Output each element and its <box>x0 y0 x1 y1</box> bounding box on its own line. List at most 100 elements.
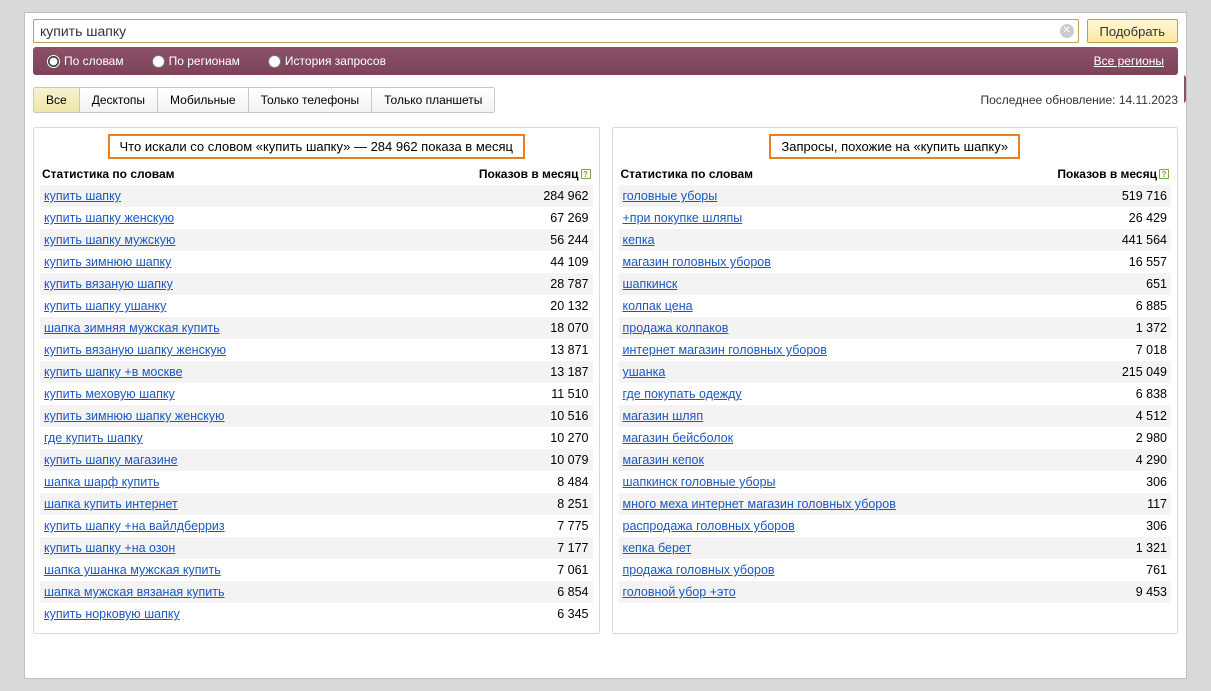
right-count: 1 321 <box>1051 537 1171 559</box>
right-keyword-link[interactable]: шапкинск <box>623 277 678 291</box>
right-keyword-link[interactable]: кепка берет <box>623 541 692 555</box>
left-keyword-link[interactable]: шапка ушанка мужская купить <box>44 563 221 577</box>
help-icon[interactable]: ? <box>581 169 591 179</box>
submit-button[interactable]: Подобрать <box>1087 19 1178 43</box>
right-keyword-link[interactable]: ушанка <box>623 365 666 379</box>
device-tab-0[interactable]: Все <box>34 88 80 112</box>
right-keyword-link[interactable]: головные уборы <box>623 189 718 203</box>
right-header-count: Показов в месяц <box>1057 167 1157 181</box>
search-input[interactable] <box>33 19 1079 43</box>
right-keyword-link[interactable]: головной убор +это <box>623 585 736 599</box>
table-row: +при покупке шляпы 26 429 <box>619 207 1172 229</box>
mode-history-label: История запросов <box>285 54 386 68</box>
right-count: 215 049 <box>1051 361 1171 383</box>
left-count: 13 871 <box>473 339 593 361</box>
left-keyword-link[interactable]: купить вязаную шапку <box>44 277 173 291</box>
mode-by-regions-radio[interactable] <box>152 55 165 68</box>
mode-by-words-label: По словам <box>64 54 124 68</box>
table-row: купить шапку +на озон7 177 <box>40 537 593 559</box>
right-count: 651 <box>1051 273 1171 295</box>
right-column: Запросы, похожие на «купить шапку» Стати… <box>612 127 1179 634</box>
left-keyword-link[interactable]: купить шапку +на озон <box>44 541 175 555</box>
help-icon[interactable]: ? <box>1159 169 1169 179</box>
left-count: 10 516 <box>473 405 593 427</box>
right-keyword-link[interactable]: магазин кепок <box>623 453 704 467</box>
right-table: головные уборы519 716 +при покупке шляпы 2… <box>619 185 1172 603</box>
left-count: 284 962 <box>473 185 593 207</box>
device-tab-3[interactable]: Только телефоны <box>249 88 373 112</box>
right-keyword-link[interactable]: кепка <box>623 233 655 247</box>
left-count: 13 187 <box>473 361 593 383</box>
left-keyword-link[interactable]: купить меховую шапку <box>44 387 175 401</box>
left-keyword-link[interactable]: шапка мужская вязаная купить <box>44 585 225 599</box>
last-update-value: 14.11.2023 <box>1119 93 1178 107</box>
left-keyword-link[interactable]: купить вязаную шапку женскую <box>44 343 226 357</box>
last-update-label: Последнее обновление: <box>981 93 1116 107</box>
left-header-count: Показов в месяц <box>479 167 579 181</box>
left-count: 7 775 <box>473 515 593 537</box>
right-keyword-link[interactable]: много меха интернет магазин головных убо… <box>623 497 896 511</box>
left-keyword-link[interactable]: купить норковую шапку <box>44 607 180 621</box>
right-count: 6 885 <box>1051 295 1171 317</box>
device-tab-4[interactable]: Только планшеты <box>372 88 494 112</box>
left-keyword-link[interactable]: купить зимнюю шапку <box>44 255 171 269</box>
table-row: купить шапку магазине10 079 <box>40 449 593 471</box>
left-keyword-link[interactable]: шапка зимняя мужская купить <box>44 321 220 335</box>
left-keyword-link[interactable]: шапка шарф купить <box>44 475 159 489</box>
right-keyword-link[interactable]: магазин головных уборов <box>623 255 771 269</box>
table-row: шапка зимняя мужская купить18 070 <box>40 317 593 339</box>
table-row: купить норковую шапку6 345 <box>40 603 593 625</box>
right-keyword-link[interactable]: колпак цена <box>623 299 693 313</box>
left-keyword-link[interactable]: где купить шапку <box>44 431 143 445</box>
right-keyword-link[interactable]: продажа колпаков <box>623 321 729 335</box>
device-tab-2[interactable]: Мобильные <box>158 88 249 112</box>
last-update: Последнее обновление: 14.11.2023 <box>981 93 1179 107</box>
table-row: купить меховую шапку11 510 <box>40 383 593 405</box>
left-keyword-link[interactable]: шапка купить интернет <box>44 497 178 511</box>
right-keyword-link[interactable]: магазин шляп <box>623 409 704 423</box>
table-row: магазин бейсболок 2 980 <box>619 427 1172 449</box>
table-row: шапкинск головные уборы306 <box>619 471 1172 493</box>
right-title: Запросы, похожие на «купить шапку» <box>769 134 1020 159</box>
right-keyword-link[interactable]: +при покупке шляпы <box>623 211 743 225</box>
right-keyword-link[interactable]: магазин бейсболок <box>623 431 734 445</box>
left-keyword-link[interactable]: купить зимнюю шапку женскую <box>44 409 225 423</box>
table-row: шапка шарф купить 8 484 <box>40 471 593 493</box>
right-keyword-link[interactable]: распродажа головных уборов <box>623 519 795 533</box>
region-link[interactable]: Все регионы <box>1094 54 1164 68</box>
left-column: Что искали со словом «купить шапку» — 28… <box>33 127 600 634</box>
mode-by-words-radio[interactable] <box>47 55 60 68</box>
table-row: шапка ушанка мужская купить7 061 <box>40 559 593 581</box>
left-keyword-link[interactable]: купить шапку <box>44 189 121 203</box>
left-keyword-link[interactable]: купить шапку +в москве <box>44 365 183 379</box>
table-row: купить вязаную шапку женскую 13 871 <box>40 339 593 361</box>
right-keyword-link[interactable]: продажа головных уборов <box>623 563 775 577</box>
mode-by-regions[interactable]: По регионам <box>152 54 240 68</box>
right-count: 761 <box>1051 559 1171 581</box>
right-keyword-link[interactable]: интернет магазин головных уборов <box>623 343 827 357</box>
right-count: 2 980 <box>1051 427 1171 449</box>
right-count: 26 429 <box>1051 207 1171 229</box>
left-keyword-link[interactable]: купить шапку мужскую <box>44 233 175 247</box>
table-row: купить шапку +на вайлдберриз 7 775 <box>40 515 593 537</box>
left-keyword-link[interactable]: купить шапку +на вайлдберриз <box>44 519 225 533</box>
right-keyword-link[interactable]: где покупать одежду <box>623 387 742 401</box>
left-count: 67 269 <box>473 207 593 229</box>
left-keyword-link[interactable]: купить шапку ушанку <box>44 299 166 313</box>
table-row: головные уборы519 716 <box>619 185 1172 207</box>
clear-search-icon[interactable]: ✕ <box>1060 24 1074 38</box>
left-count: 8 484 <box>473 471 593 493</box>
mode-history[interactable]: История запросов <box>268 54 386 68</box>
table-row: где купить шапку10 270 <box>40 427 593 449</box>
mode-by-words[interactable]: По словам <box>47 54 124 68</box>
mode-history-radio[interactable] <box>268 55 281 68</box>
table-row: продажа головных уборов 761 <box>619 559 1172 581</box>
right-keyword-link[interactable]: шапкинск головные уборы <box>623 475 776 489</box>
left-count: 28 787 <box>473 273 593 295</box>
table-row: головной убор +это9 453 <box>619 581 1172 603</box>
left-keyword-link[interactable]: купить шапку женскую <box>44 211 174 225</box>
device-tab-1[interactable]: Десктопы <box>80 88 158 112</box>
left-keyword-link[interactable]: купить шапку магазине <box>44 453 178 467</box>
table-row: где покупать одежду6 838 <box>619 383 1172 405</box>
table-row: шапка мужская вязаная купить6 854 <box>40 581 593 603</box>
